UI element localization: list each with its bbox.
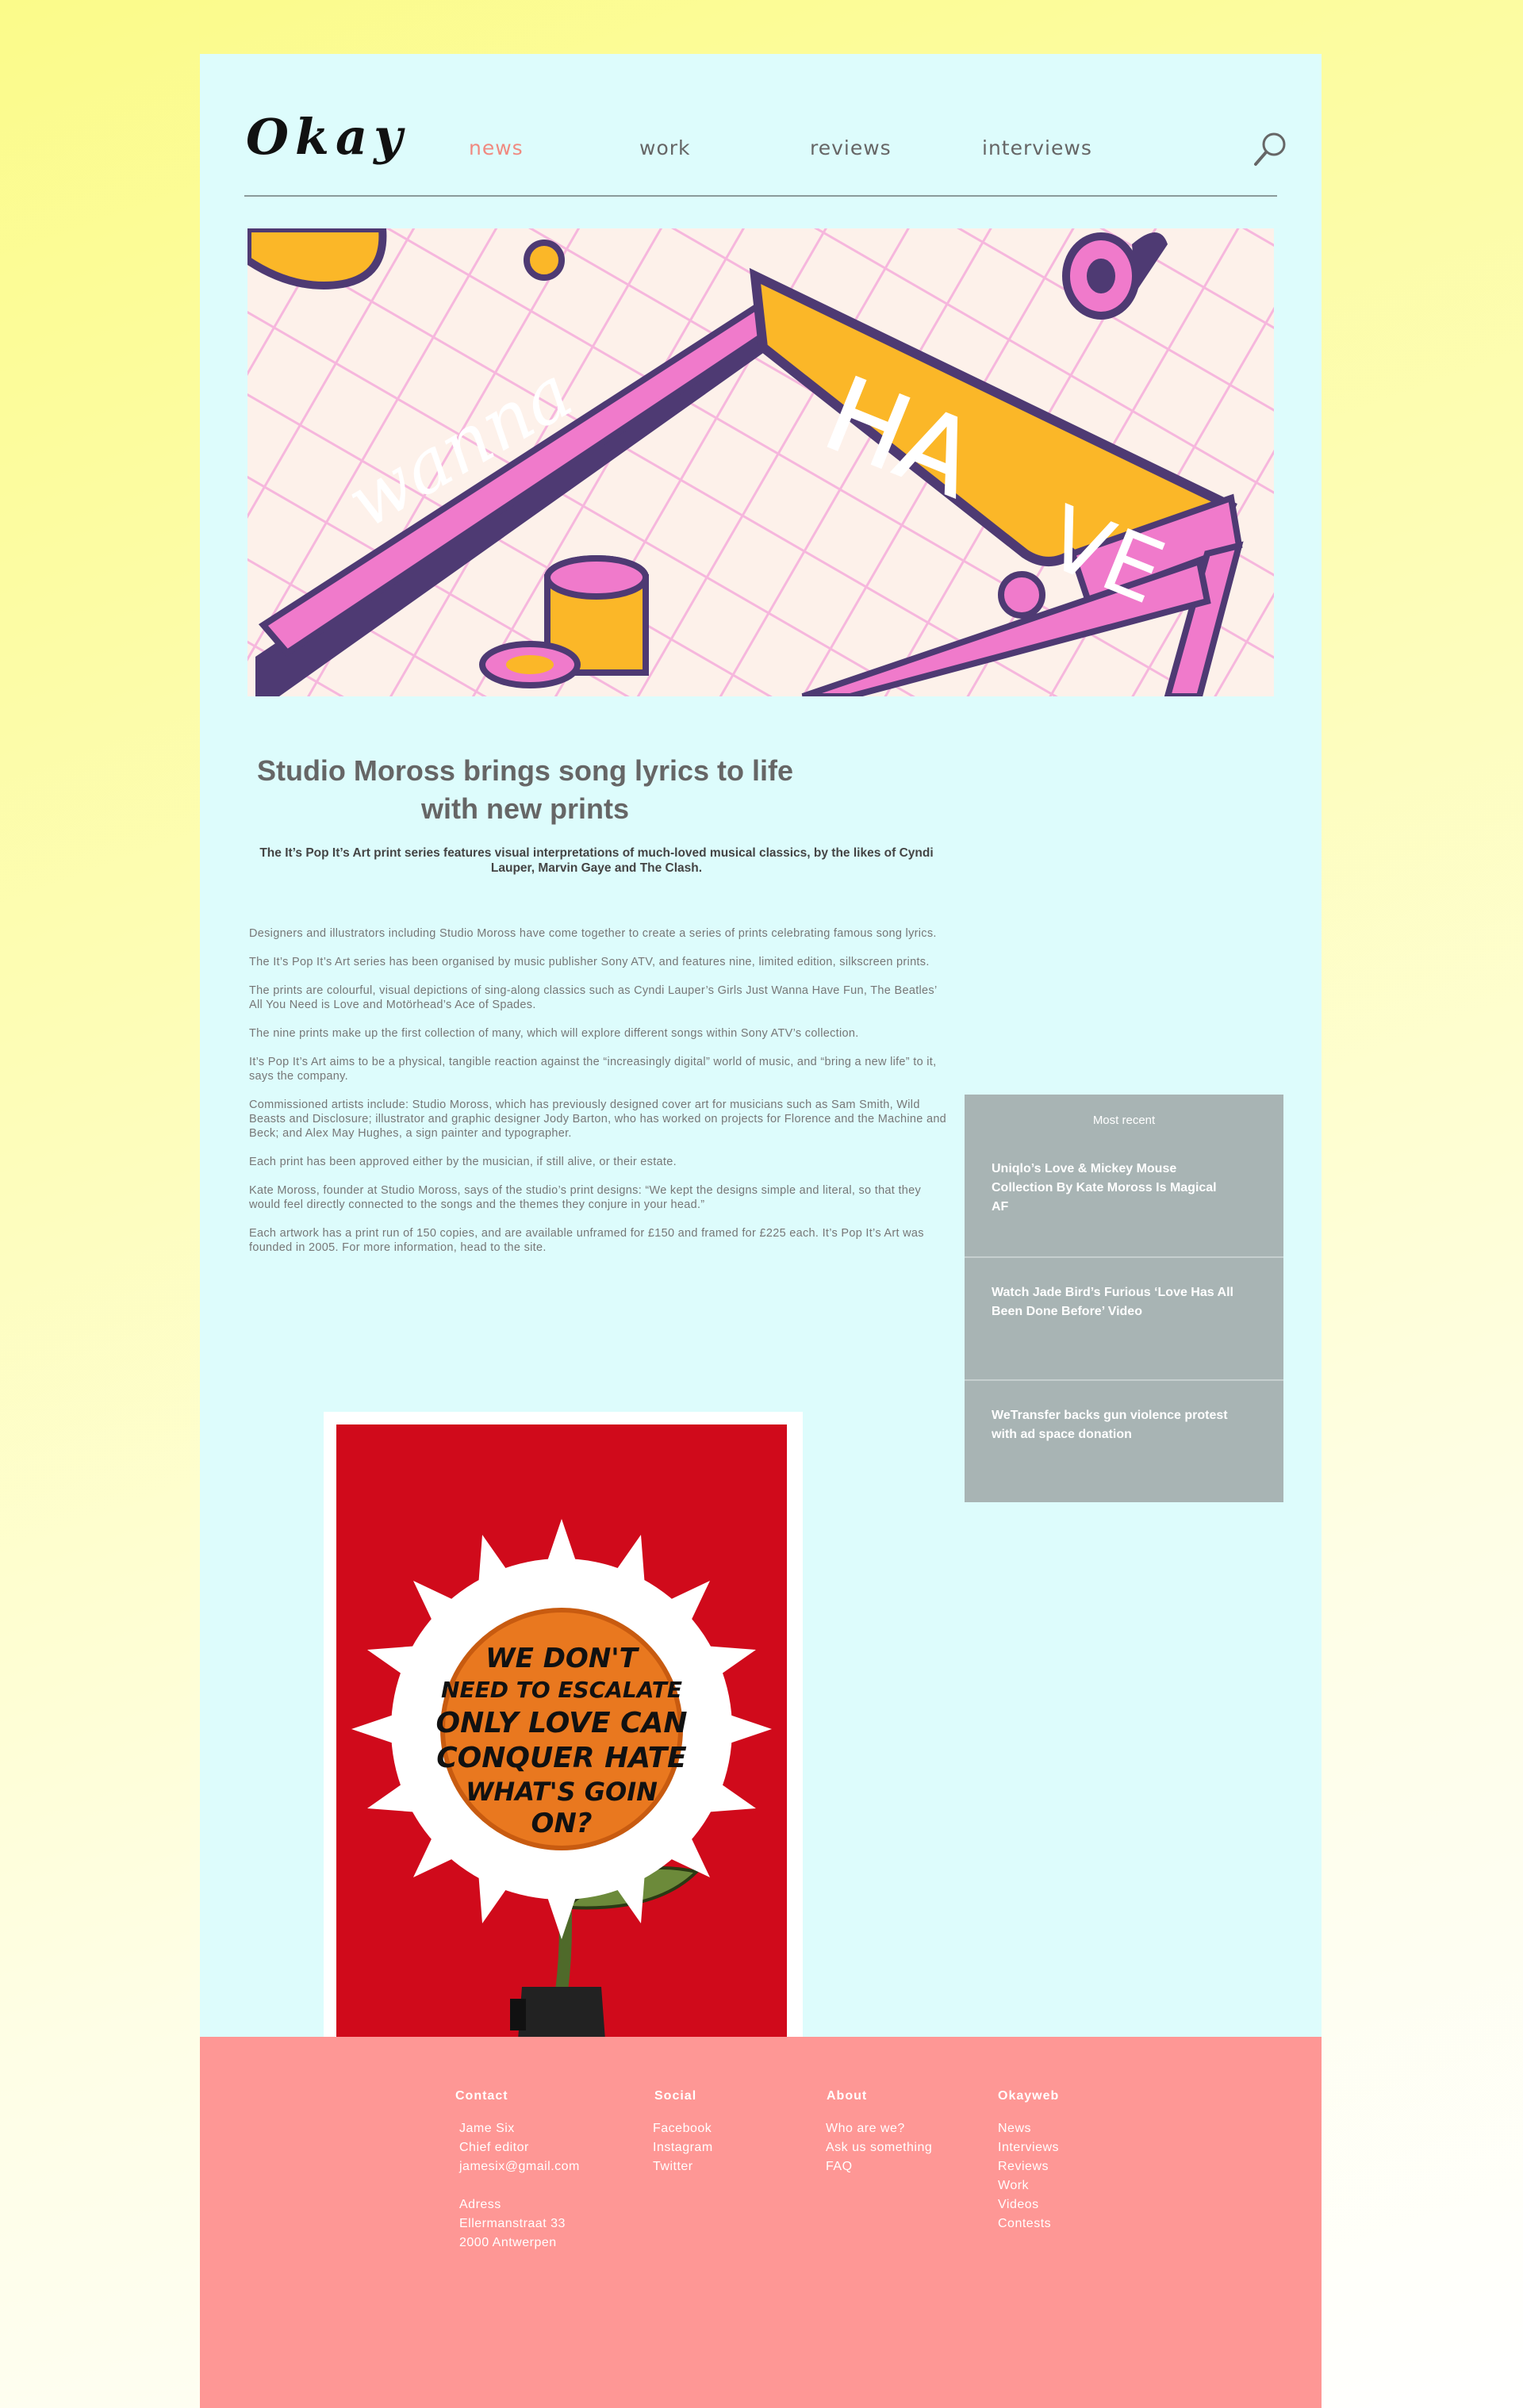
poster-line: WE DON'T <box>485 1643 640 1674</box>
site-header: Okay news work reviews interviews <box>200 54 1322 228</box>
most-recent-sidebar: Most recent Uniqlo’s Love & Mickey Mouse… <box>965 1095 1283 1502</box>
article-paragraph: The nine prints make up the first collec… <box>249 1027 859 1040</box>
recent-article-title[interactable]: Uniqlo’s Love & Mickey Mouse Collection … <box>965 1160 1283 1217</box>
footer-link-videos[interactable]: Videos <box>998 2195 1039 2214</box>
contact-role: Chief editor <box>459 2141 529 2154</box>
poster-line: WHAT'S GOIN <box>466 1777 658 1807</box>
poster-illustration: WE DON'T NEED TO ESCALATE ONLY LOVE CAN … <box>336 1424 787 2040</box>
sidebar-title: Most recent <box>1092 1114 1156 1127</box>
poster-line: CONQUER HATE <box>436 1742 687 1774</box>
article-title: Studio Moross brings song lyrics to life… <box>256 754 794 825</box>
article-paragraph: Designers and illustrators including Stu… <box>249 927 937 940</box>
poster-line: NEED TO ESCALATE <box>441 1677 682 1703</box>
site-logo[interactable]: Okay <box>246 113 409 162</box>
article-image: WE DON'T NEED TO ESCALATE ONLY LOVE CAN … <box>324 1412 803 2088</box>
article-paragraph: Each artwork has a print run of 150 copi… <box>249 1227 924 1254</box>
header-divider <box>244 195 1277 197</box>
nav-item-reviews[interactable]: reviews <box>810 138 892 158</box>
footer-link-twitter[interactable]: Twitter <box>653 2157 693 2176</box>
article-paragraph: It’s Pop It’s Art aims to be a physical,… <box>249 1056 937 1083</box>
footer-link-work[interactable]: Work <box>998 2176 1029 2195</box>
footer-link-ask-us[interactable]: Ask us something <box>826 2138 932 2157</box>
recent-article-link[interactable]: Watch Jade Bird’s Furious ‘Love Has All … <box>965 1256 1283 1321</box>
article-paragraph: The prints are colourful, visual depicti… <box>249 984 937 1011</box>
article-paragraph: The It’s Pop It’s Art series has been or… <box>249 956 930 968</box>
address-label: Adress <box>459 2198 501 2211</box>
recent-article-link[interactable]: WeTransfer backs gun violence protest wi… <box>965 1379 1283 1444</box>
search-icon[interactable] <box>1252 130 1290 168</box>
poster-line: ONLY LOVE CAN <box>435 1707 687 1739</box>
footer-heading-okayweb: Okayweb <box>998 2089 1060 2103</box>
footer-heading-about: About <box>827 2089 868 2103</box>
article-body: Designers and illustrators including Stu… <box>249 926 947 1269</box>
footer-link-reviews[interactable]: Reviews <box>998 2157 1049 2176</box>
article-paragraph: Commissioned artists include: Studio Mor… <box>249 1099 947 1140</box>
contact-name: Jame Six <box>459 2122 515 2135</box>
footer-link-news[interactable]: News <box>998 2119 1031 2138</box>
poster-line: ON? <box>531 1808 592 1839</box>
hero-illustration: wanna HA VE <box>247 228 1274 696</box>
footer-link-interviews[interactable]: Interviews <box>998 2138 1059 2157</box>
footer-link-contests[interactable]: Contests <box>998 2214 1051 2234</box>
article-paragraph: Kate Moross, founder at Studio Moross, s… <box>249 1184 922 1211</box>
footer-heading-contact: Contact <box>455 2089 508 2103</box>
article-subtitle: The It’s Pop It’s Art print series featu… <box>259 846 934 875</box>
footer-link-instagram[interactable]: Instagram <box>653 2138 713 2157</box>
footer-heading-social: Social <box>654 2089 697 2103</box>
nav-item-news[interactable]: news <box>469 138 524 158</box>
contact-email-link[interactable]: jamesix@gmail.com <box>459 2157 580 2176</box>
recent-article-link[interactable]: Uniqlo’s Love & Mickey Mouse Collection … <box>965 1160 1283 1217</box>
address-city: 2000 Antwerpen <box>459 2236 557 2249</box>
address-street: Ellermanstraat 33 <box>459 2217 566 2230</box>
footer-link-faq[interactable]: FAQ <box>826 2157 853 2176</box>
nav-item-work[interactable]: work <box>639 138 691 158</box>
footer-link-facebook[interactable]: Facebook <box>653 2119 712 2138</box>
article-paragraph: Each print has been approved either by t… <box>249 1156 677 1168</box>
recent-article-title[interactable]: Watch Jade Bird’s Furious ‘Love Has All … <box>965 1283 1283 1321</box>
article-section: Studio Moross brings song lyrics to life… <box>200 696 1322 2088</box>
nav-item-interviews[interactable]: interviews <box>982 138 1092 158</box>
footer-link-who-are-we[interactable]: Who are we? <box>826 2119 905 2138</box>
hero-banner: wanna HA VE <box>200 228 1322 696</box>
site-footer <box>200 2037 1322 2408</box>
recent-article-title[interactable]: WeTransfer backs gun violence protest wi… <box>965 1406 1283 1444</box>
page: Okay news work reviews interviews wanna … <box>200 54 1322 2408</box>
